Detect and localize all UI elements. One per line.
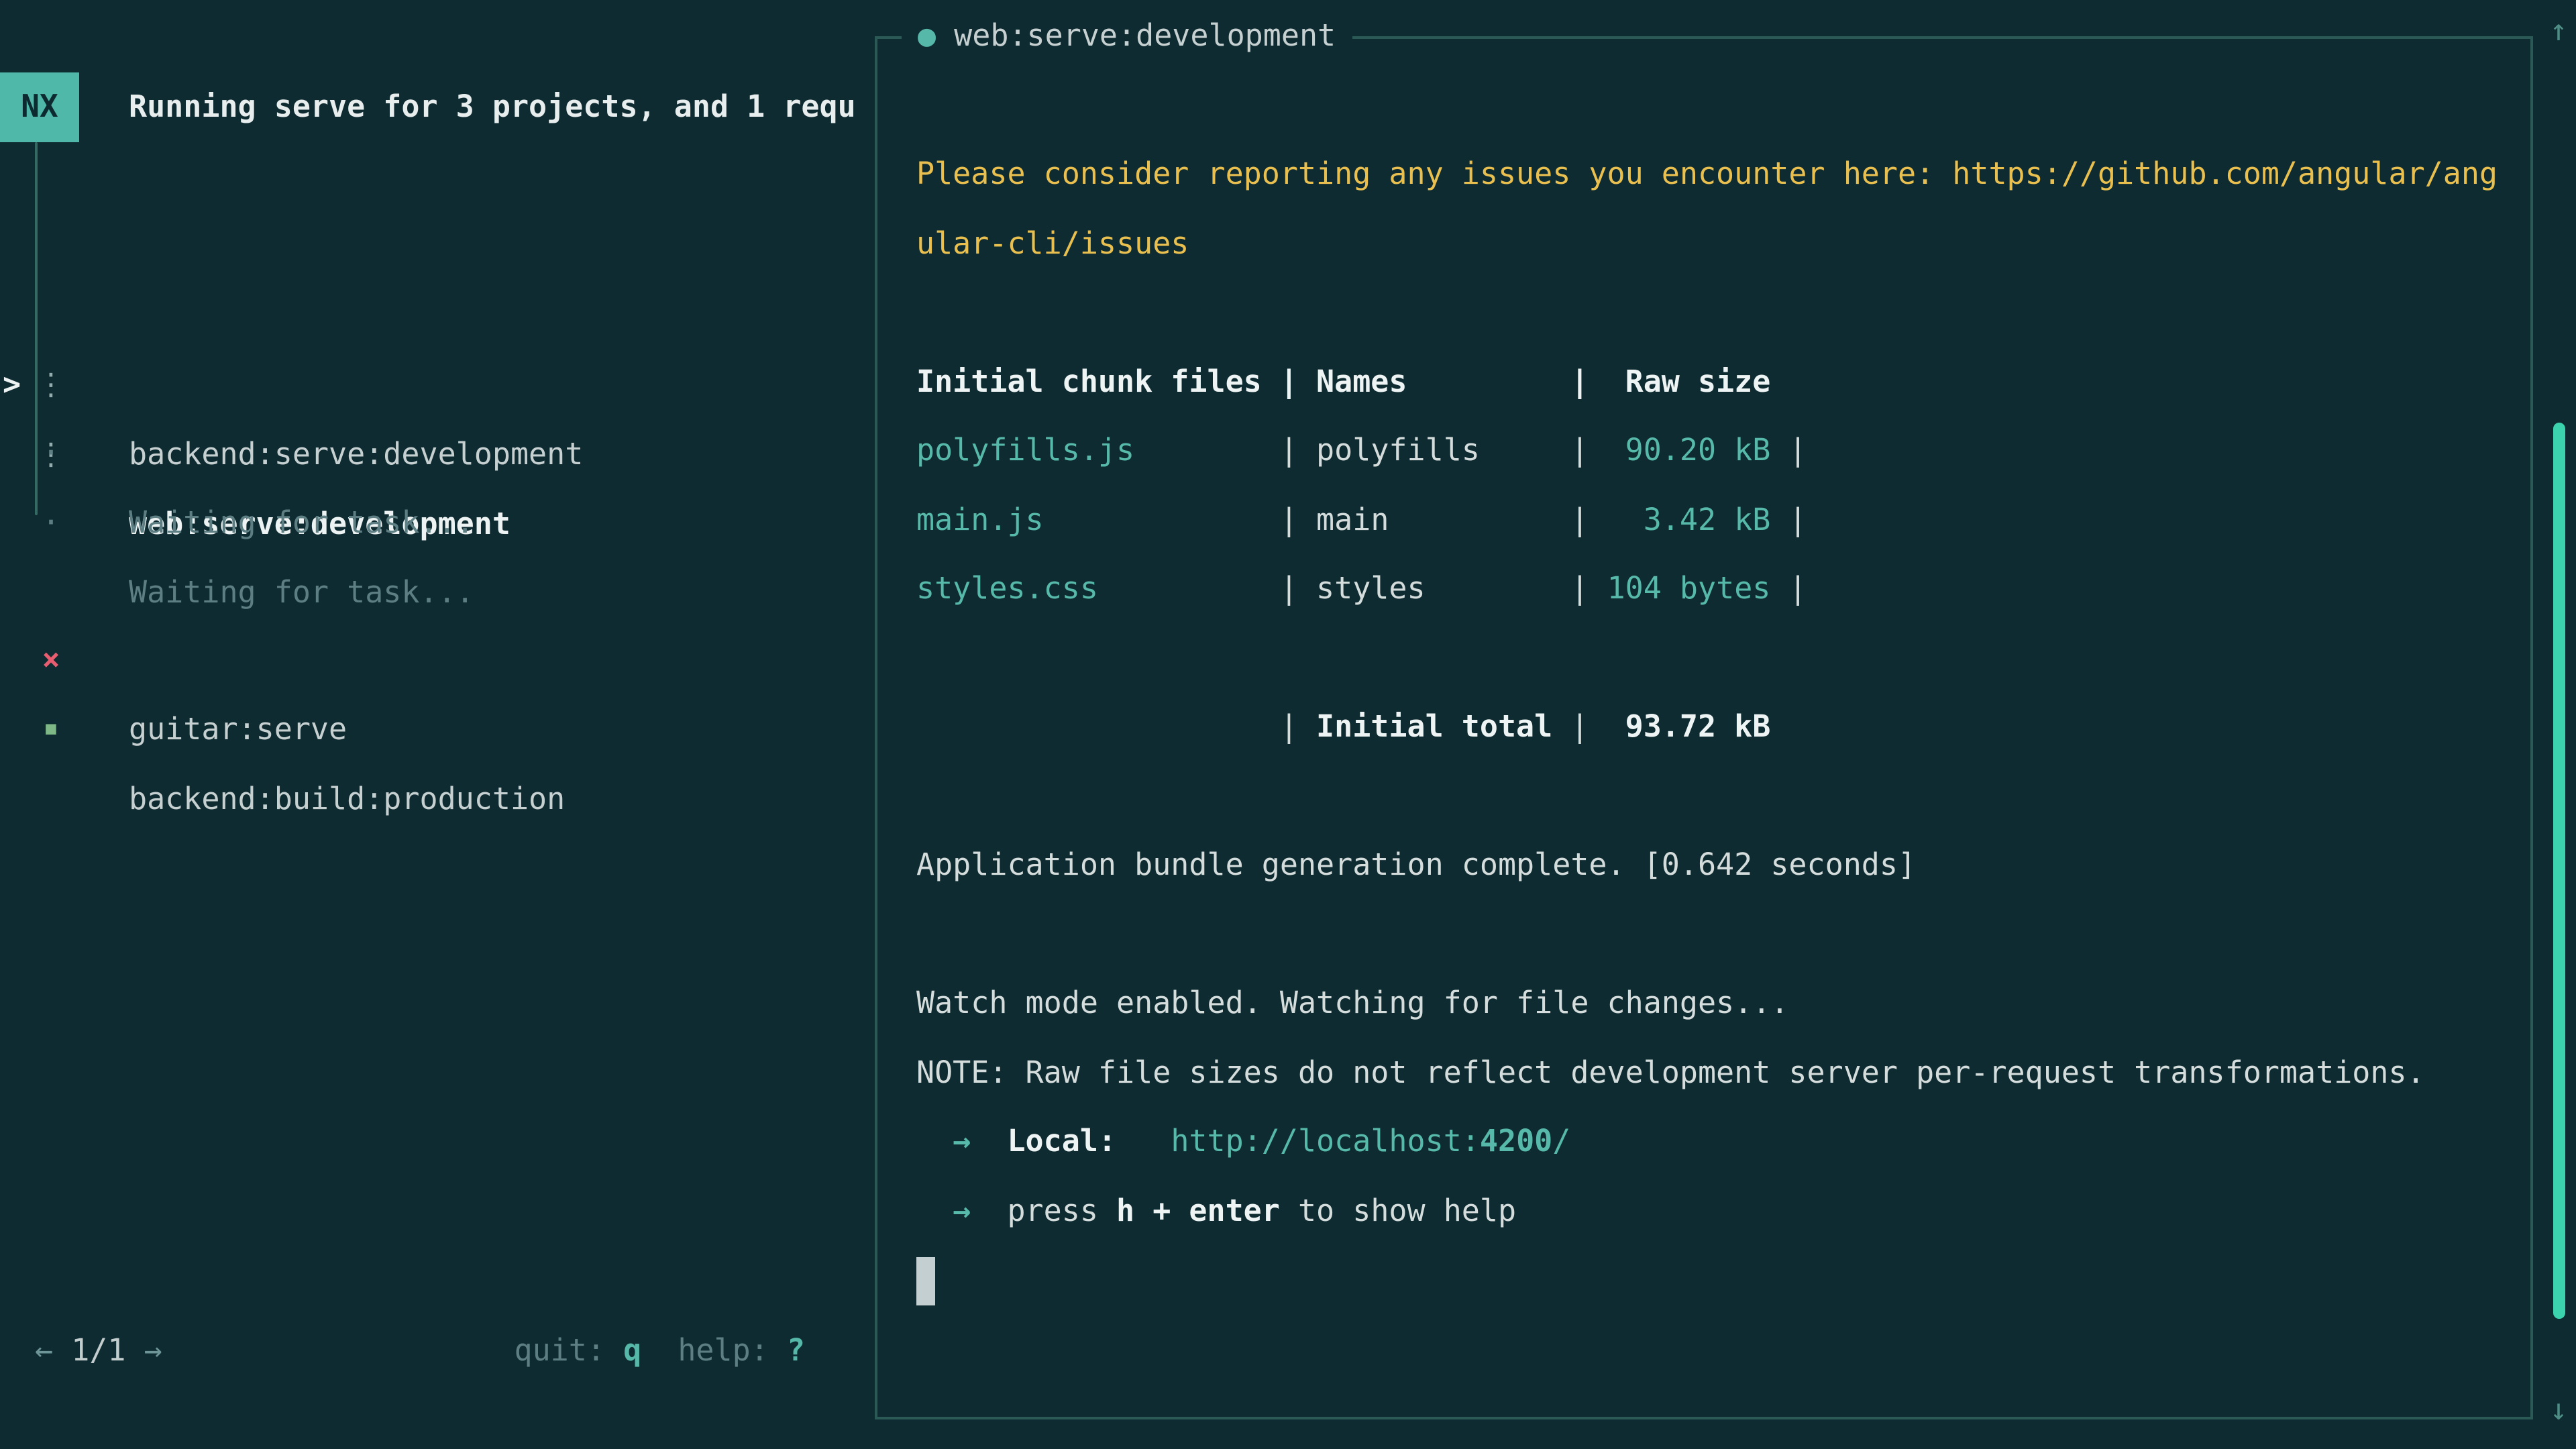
status-bullet-icon: ● (918, 19, 936, 54)
terminal-line: | Initial total | 93.72 kB (916, 694, 2513, 763)
terminal-line: styles.css | styles | 104 bytes | (916, 555, 2513, 625)
terminal-output: Please consider reporting any issues you… (916, 141, 2513, 1316)
task-row-backend-serve[interactable]: ⋮ backend:serve:development (0, 211, 859, 280)
quit-label: quit: (515, 1334, 624, 1368)
task-row-web-serve[interactable]: > ⋮ web:serve:development (0, 280, 859, 350)
success-square-icon: ■ (35, 695, 67, 765)
terminal-line: main.js | main | 3.42 kB | (916, 486, 2513, 555)
scroll-up-icon[interactable]: ↑ (2541, 5, 2576, 59)
terminal-line: polyfills.js | polyfills | 90.20 kB | (916, 417, 2513, 486)
terminal-line (916, 625, 2513, 694)
terminal-line: Watch mode enabled. Watching for file ch… (916, 970, 2513, 1039)
terminal-line (916, 1246, 2513, 1316)
keybind-hints: quit: q help: ? (0, 1316, 805, 1386)
help-key[interactable]: ? (787, 1334, 805, 1368)
quit-key[interactable]: q (623, 1334, 641, 1368)
help-label: help: (641, 1334, 787, 1368)
waiting-dot-icon: · (35, 488, 67, 558)
nx-logo-text: NX (21, 90, 58, 125)
terminal-line: Application bundle generation complete. … (916, 832, 2513, 901)
scroll-down-icon[interactable]: ↓ (2541, 1385, 2576, 1438)
terminal-line (916, 763, 2513, 832)
nx-tui-app: NX Running serve for 3 projects, and 1 r… (0, 0, 2576, 1449)
task-label: guitar:serve (129, 695, 347, 765)
terminal-cursor (916, 1256, 935, 1305)
task-row-backend-build[interactable]: ■ backend:build:production (0, 625, 859, 695)
task-row-waiting-1[interactable]: · Waiting for task... (0, 349, 859, 419)
terminal-line (916, 279, 2513, 348)
nx-logo: NX (0, 72, 79, 142)
terminal-line: → Local: http://localhost:4200/ (916, 1108, 2513, 1177)
task-row-waiting-2[interactable]: · Waiting for task... (0, 419, 859, 488)
terminal-line: Please consider reporting any issues you… (916, 141, 2513, 210)
terminal-line: → press h + enter to show help (916, 1177, 2513, 1246)
terminal-line: NOTE: Raw file sizes do not reflect deve… (916, 1039, 2513, 1108)
page-title: Running serve for 3 projects, and 1 requ (129, 72, 869, 142)
terminal-line: ular-cli/issues (916, 210, 2513, 279)
panel-title-text: web:serve:development (936, 19, 1336, 54)
terminal-line (916, 901, 2513, 970)
panel-title: ● web:serve:development (902, 7, 1352, 66)
task-row-guitar-serve[interactable]: × guitar:serve (0, 555, 859, 625)
task-label: backend:build:production (129, 765, 565, 835)
terminal-line: Initial chunk files | Names | Raw size (916, 348, 2513, 417)
scrollbar-thumb[interactable] (2553, 423, 2565, 1319)
task-label: Waiting for task... (129, 488, 474, 558)
